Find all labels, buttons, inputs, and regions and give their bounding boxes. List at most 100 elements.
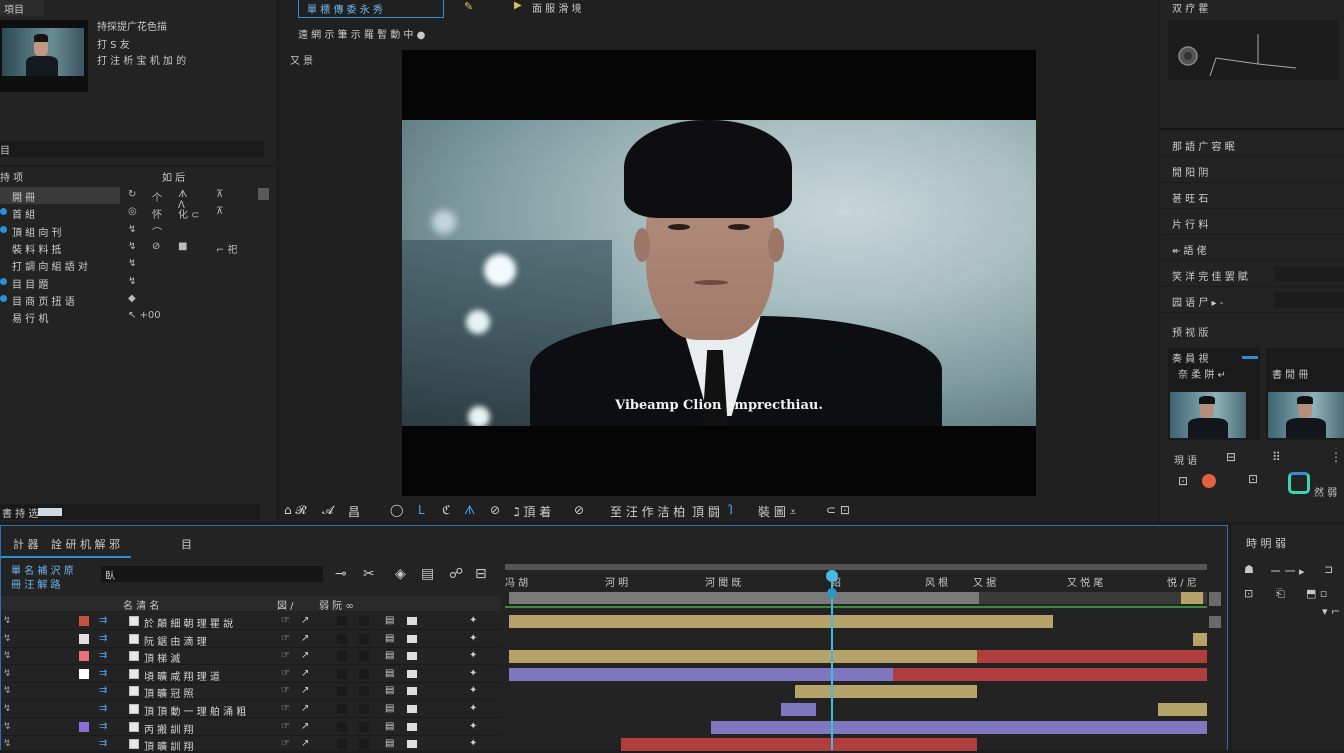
star-icon[interactable]: ✦: [469, 668, 477, 679]
mode-icon[interactable]: ▤: [385, 615, 394, 626]
grid-icon[interactable]: ⠿: [1272, 450, 1281, 464]
mode-icon[interactable]: ▤: [385, 633, 394, 644]
project-search-bar[interactable]: 目: [0, 141, 264, 157]
effect-param-icon[interactable]: ↻: [128, 189, 136, 200]
mode-icon[interactable]: ▤: [385, 650, 394, 661]
matte-box[interactable]: [407, 687, 417, 696]
layer-name[interactable]: 頃 曠 咸 翔 理 道: [144, 668, 220, 683]
label-color-swatch[interactable]: [79, 633, 89, 644]
video-frame[interactable]: Vibeamp Clion emprecthiau.: [402, 50, 1036, 496]
switch-box[interactable]: [337, 651, 347, 662]
timeline-scroll-thumb-2[interactable]: [1209, 616, 1221, 628]
label-color-swatch[interactable]: [79, 616, 89, 626]
switch-box[interactable]: [337, 739, 347, 750]
mode-icon[interactable]: ▤: [385, 703, 394, 714]
effect-param-icon[interactable]: ↖ +00: [128, 310, 161, 321]
right-panel-item[interactable]: 甚 旺 石: [1162, 184, 1344, 209]
gradient-ring-icon[interactable]: [1288, 472, 1310, 494]
pickwhip-icon[interactable]: ☞: [281, 721, 290, 732]
star-icon[interactable]: ✦: [469, 615, 477, 626]
effect-row[interactable]: 開 冊 ↻ 个 ᗑ ᐱ ⊼: [0, 187, 223, 211]
parent-icon[interactable]: ↗: [301, 703, 309, 714]
effect-param-icon[interactable]: ◎: [128, 206, 137, 217]
label-color-swatch[interactable]: [79, 668, 89, 679]
layer-row[interactable]: ↯ ⇉ 於 顛 細 朝 理 瞿 說 ☞ ↗ ▤ ✦: [1, 613, 501, 630]
star-icon[interactable]: ✦: [469, 738, 477, 749]
timeline-tab-3[interactable]: 目: [181, 536, 192, 552]
matte-box[interactable]: [407, 722, 417, 731]
switch-box[interactable]: [359, 616, 369, 626]
viewer-tool-icon[interactable]: ⊘: [574, 503, 584, 517]
timeline-scroll-thumb[interactable]: [1209, 592, 1221, 606]
layer-bar[interactable]: [1158, 703, 1207, 716]
switch-box[interactable]: [337, 668, 347, 679]
switch-box[interactable]: [359, 633, 369, 644]
star-icon[interactable]: ✦: [469, 703, 477, 714]
time-ruler[interactable]: 冯 胡河 明河 聞 既绍风 根又 据又 悦 尾悦 / 尼: [505, 564, 1207, 610]
layer-name[interactable]: 頂 梯 滅: [144, 650, 180, 665]
menu-icon[interactable]: ⋮: [1330, 450, 1342, 464]
parent-icon[interactable]: ↗: [301, 685, 309, 696]
effect-param-icon[interactable]: ⊼: [216, 206, 223, 217]
viewer-tool-icon[interactable]: Ί: [728, 503, 733, 517]
layer-name[interactable]: 於 顛 細 朝 理 瞿 說: [144, 615, 233, 630]
switch-box[interactable]: [359, 704, 369, 714]
layer-name[interactable]: 丙 搬 訓 翔: [144, 721, 194, 736]
playhead[interactable]: [826, 570, 839, 750]
right-panel-item[interactable]: 那 語 广 容 眠: [1162, 132, 1344, 157]
viewer-tool-icon[interactable]: ⌂ 𝓡: [284, 503, 307, 518]
effect-row[interactable]: 易 行 机 ↖ +00: [0, 308, 274, 325]
matte-box[interactable]: [407, 634, 417, 643]
right-panel-field[interactable]: [1274, 292, 1344, 308]
parent-icon[interactable]: ↗: [301, 668, 309, 679]
parent-icon[interactable]: ↗: [301, 738, 309, 749]
layer-row[interactable]: ↯ ⇉ 阮 鋸 由 滴 理 ☞ ↗ ▤ ✦: [1, 631, 501, 648]
lock-icon[interactable]: ⇉: [99, 738, 107, 749]
mode-icon[interactable]: ▤: [385, 668, 394, 679]
viewer-tool-icon[interactable]: 𝓐: [322, 503, 334, 518]
timeline-search-input[interactable]: 臥: [101, 566, 323, 582]
timeline-side-icon[interactable]: ⎗: [1276, 587, 1285, 601]
effect-param-icon[interactable]: 个: [152, 189, 162, 204]
switch-box[interactable]: [359, 668, 369, 679]
frame-icon[interactable]: ⊟: [1226, 450, 1236, 464]
layer-bar[interactable]: [976, 650, 1207, 664]
layer-name[interactable]: 頂 曠 訓 翔: [144, 738, 194, 753]
layer-row[interactable]: ↯ ⇉ 頂 曠 訓 翔 ☞ ↗ ▤ ✦: [1, 736, 501, 753]
pickwhip-icon[interactable]: ☞: [281, 703, 290, 714]
record-icon[interactable]: ⊡: [1178, 474, 1188, 488]
switch-box[interactable]: [337, 721, 347, 732]
timeline-side-icon[interactable]: ⊡: [1244, 587, 1253, 600]
right-panel-item[interactable]: ↞ 語 佬: [1162, 236, 1344, 261]
switch-box[interactable]: [359, 651, 369, 662]
timeline-tool-icon[interactable]: ☍: [449, 566, 463, 582]
viewer-tool-icon[interactable]: ⊘: [490, 503, 500, 517]
pickwhip-icon[interactable]: ☞: [281, 633, 290, 644]
viewer-tool-icon[interactable]: ℷ 頂 着: [514, 503, 551, 520]
pickwhip-icon[interactable]: ☞: [281, 738, 290, 749]
viewer-tool-icon[interactable]: 至 汪 作 洁 柏: [610, 503, 685, 520]
parent-icon[interactable]: ↗: [301, 650, 309, 661]
lock-icon[interactable]: ⇉: [99, 668, 107, 679]
viewer-tool-icon[interactable]: 昌: [348, 503, 360, 520]
viewer-tool-icon[interactable]: 頂 闘: [692, 503, 720, 520]
effect-param-icon[interactable]: ⊼: [216, 189, 223, 200]
star-icon[interactable]: ✦: [469, 721, 477, 732]
parent-icon[interactable]: ↗: [301, 633, 309, 644]
orange-dot-icon[interactable]: [1202, 474, 1216, 488]
timeline-tool-icon[interactable]: ◈: [395, 566, 406, 582]
viewer-tool-icon[interactable]: ᗑ: [464, 503, 475, 518]
switch-box[interactable]: [337, 686, 347, 697]
visibility-icon[interactable]: ↯: [3, 703, 11, 714]
timeline-tool-icon[interactable]: ▤: [421, 566, 434, 582]
layer-name[interactable]: 頂 曠 冠 照: [144, 685, 194, 700]
effect-param-icon[interactable]: ⌐ 祀: [216, 241, 238, 256]
label-color-swatch[interactable]: [79, 651, 89, 662]
visibility-icon[interactable]: ↯: [3, 615, 11, 626]
effect-param-icon[interactable]: ↯: [128, 258, 136, 269]
switch-box[interactable]: [337, 616, 347, 626]
end-marker[interactable]: [1181, 592, 1203, 604]
curve-editor[interactable]: [1168, 20, 1338, 80]
effect-param-icon[interactable]: ⊘: [152, 241, 160, 252]
star-icon[interactable]: ✦: [469, 685, 477, 696]
